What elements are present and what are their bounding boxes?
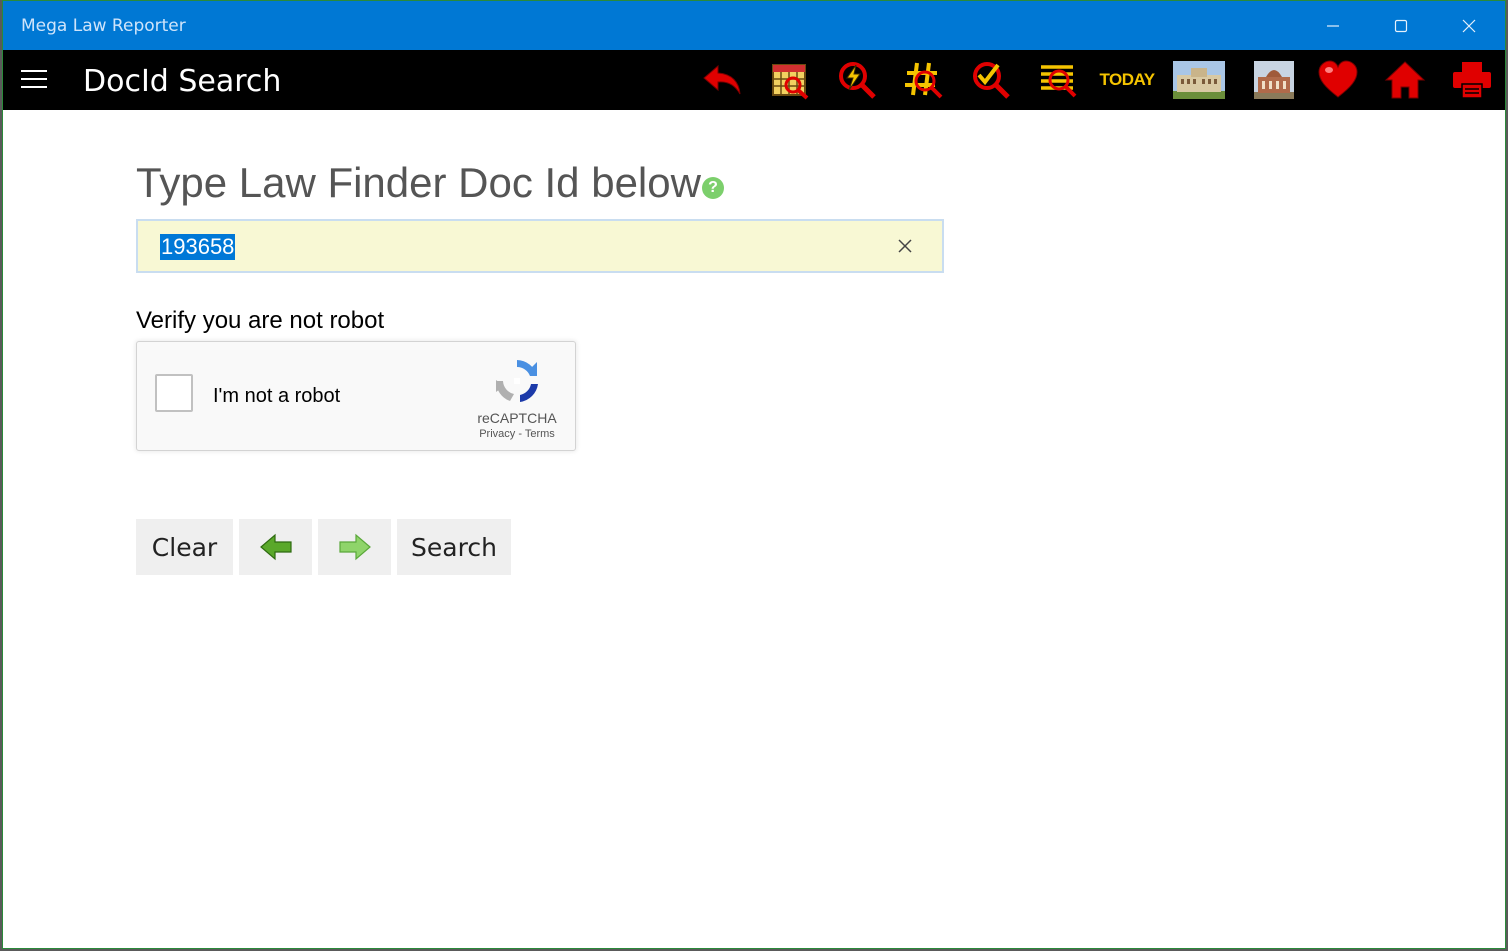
- supreme-court-button[interactable]: [1249, 58, 1299, 102]
- recaptcha-widget: I'm not a robot reCAPTCHA Privacy - Term…: [136, 341, 576, 451]
- docid-input[interactable]: 193658: [136, 219, 944, 273]
- close-button[interactable]: [1435, 1, 1503, 50]
- check-search-button[interactable]: [969, 58, 1013, 102]
- hamburger-menu-icon[interactable]: [21, 70, 47, 90]
- home-icon: [1384, 61, 1426, 99]
- check-search-icon: [973, 62, 1010, 99]
- arrow-left-icon: [259, 533, 292, 561]
- recaptcha-links: Privacy - Terms: [467, 428, 567, 440]
- today-label: TODAY: [1099, 70, 1155, 89]
- maximize-icon: [1394, 19, 1408, 32]
- favorites-button[interactable]: [1316, 58, 1360, 102]
- window-title: Mega Law Reporter: [21, 16, 186, 36]
- today-button[interactable]: TODAY: [1099, 58, 1155, 102]
- recaptcha-label: I'm not a robot: [213, 385, 341, 407]
- app-window: Mega Law Reporter DocId Search TODAY Typ…: [2, 0, 1506, 949]
- verify-label: Verify you are not robot: [136, 307, 385, 334]
- hashtag-search-icon: [905, 62, 943, 99]
- flash-search-icon: [839, 62, 876, 99]
- clear-button-label: Clear: [151, 532, 218, 562]
- page-heading: Type Law Finder Doc Id below: [136, 159, 701, 206]
- clear-input-icon[interactable]: [894, 235, 916, 257]
- recaptcha-link-separator: -: [515, 428, 525, 440]
- next-button[interactable]: [318, 519, 391, 575]
- print-icon: [1453, 62, 1491, 99]
- maximize-button[interactable]: [1367, 1, 1435, 50]
- print-button[interactable]: [1450, 58, 1494, 102]
- back-arrow-icon: [703, 64, 741, 95]
- list-search-button[interactable]: [1036, 58, 1080, 102]
- clear-button[interactable]: Clear: [136, 519, 233, 575]
- page-title: DocId Search: [83, 64, 282, 99]
- minimize-icon: [1327, 24, 1339, 27]
- search-button[interactable]: Search: [397, 519, 511, 575]
- calendar-search-icon: [772, 64, 809, 100]
- high-court-button[interactable]: [1171, 58, 1227, 102]
- close-icon: [1462, 19, 1476, 32]
- list-search-icon: [1041, 65, 1077, 98]
- app-bar: DocId Search TODAY: [3, 50, 1505, 110]
- high-court-building-icon: [1173, 61, 1225, 99]
- arrow-right-icon: [338, 533, 371, 561]
- home-button[interactable]: [1383, 58, 1427, 102]
- back-button[interactable]: [701, 58, 745, 102]
- help-icon[interactable]: ?: [702, 177, 724, 199]
- recaptcha-checkbox[interactable]: [155, 374, 193, 412]
- recaptcha-privacy-link[interactable]: Privacy: [479, 428, 515, 440]
- hashtag-search-button[interactable]: [902, 58, 946, 102]
- recaptcha-brand: reCAPTCHA: [477, 410, 557, 426]
- calendar-search-button[interactable]: [768, 58, 812, 102]
- title-bar: Mega Law Reporter: [3, 1, 1505, 50]
- minimize-button[interactable]: [1299, 1, 1367, 50]
- flash-search-button[interactable]: [835, 58, 879, 102]
- heart-favorites-icon: [1318, 60, 1358, 98]
- recaptcha-logo-icon: [495, 360, 538, 402]
- previous-button[interactable]: [239, 519, 312, 575]
- docid-input-value[interactable]: 193658: [160, 234, 236, 260]
- supreme-court-building-icon: [1254, 61, 1294, 99]
- recaptcha-terms-link[interactable]: Terms: [525, 428, 555, 440]
- search-button-label: Search: [411, 532, 497, 562]
